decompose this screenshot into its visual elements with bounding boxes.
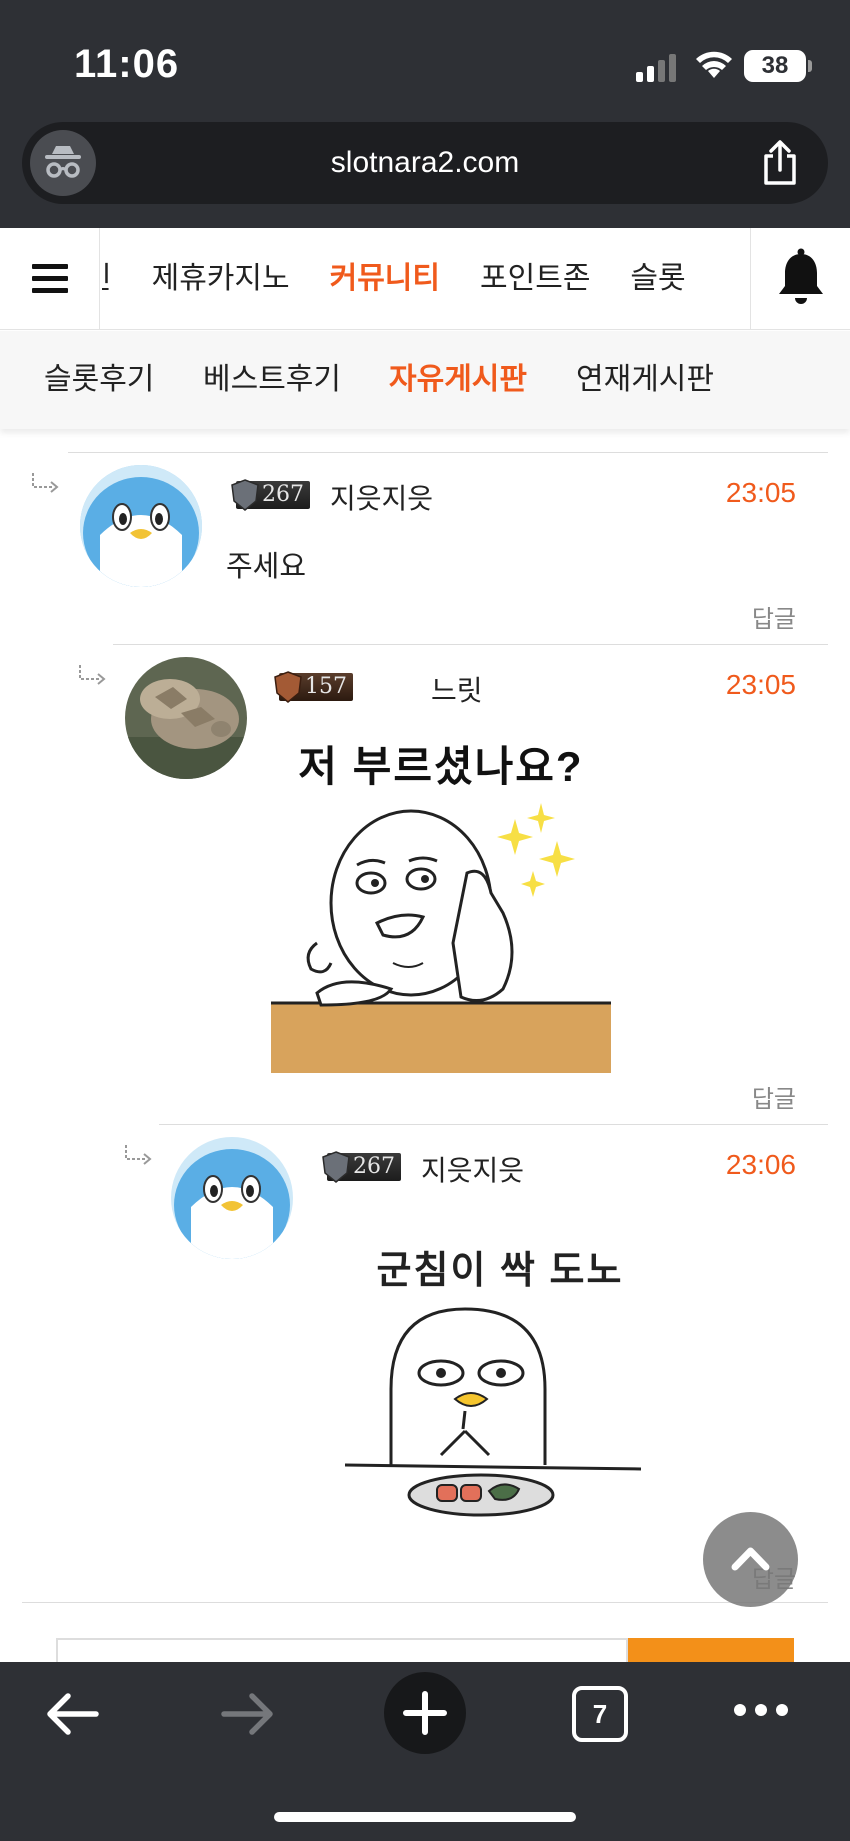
avatar[interactable] — [80, 465, 202, 587]
comment-username[interactable]: 지읏지읏 — [330, 477, 433, 517]
comment-image-sticker[interactable]: 군침이 싹 도노 — [345, 1239, 655, 1569]
status-time: 11:06 — [74, 42, 180, 86]
nav-item-community[interactable]: 커뮤니티 — [330, 228, 440, 330]
incognito-icon[interactable] — [30, 130, 96, 196]
comment-image-sticker[interactable]: 저 부르셨나요? — [271, 733, 611, 1073]
level-badge: 267 — [231, 479, 310, 511]
chevron-up-icon — [731, 1547, 770, 1571]
new-tab-button[interactable] — [384, 1672, 466, 1754]
tab-best-review[interactable]: 베스트후기 — [203, 331, 341, 429]
sticker-caption: 저 부르셨나요? — [298, 743, 584, 790]
tab-slot-review[interactable]: 슬롯후기 — [44, 331, 154, 429]
level-badge: 157 — [274, 671, 353, 703]
forward-icon[interactable] — [220, 1690, 276, 1738]
nav-item-partial-left[interactable]: 인 — [102, 228, 112, 330]
wifi-icon — [696, 51, 732, 78]
hamburger-icon[interactable] — [0, 228, 100, 330]
tab-free-board[interactable]: 자유게시판 — [389, 331, 527, 429]
main-nav-scroll[interactable]: 인 제휴카지노 커뮤니티 포인트존 슬롯 — [102, 228, 750, 330]
nav-item-partner-casino[interactable]: 제휴카지노 — [152, 228, 290, 330]
avatar[interactable] — [125, 657, 247, 779]
home-indicator — [274, 1812, 576, 1822]
bell-icon[interactable] — [750, 228, 850, 330]
sticker-caption: 군침이 싹 도노 — [376, 1250, 624, 1292]
battery-indicator: 38 — [744, 50, 812, 82]
avatar[interactable] — [171, 1137, 293, 1259]
url-text[interactable]: slotnara2.com — [22, 122, 828, 204]
back-icon[interactable] — [44, 1690, 100, 1738]
cellular-signal-icon — [636, 52, 678, 82]
reply-arrow-icon — [125, 1145, 152, 1165]
scroll-to-top-button[interactable] — [703, 1512, 798, 1607]
more-icon[interactable] — [732, 1702, 790, 1718]
reply-arrow-icon — [32, 473, 59, 493]
nav-item-slot[interactable]: 슬롯 — [630, 228, 685, 330]
comment-time: 23:05 — [725, 477, 796, 508]
nav-item-point-zone[interactable]: 포인트존 — [480, 228, 590, 330]
comment-username[interactable]: 지읏지읏 — [421, 1149, 524, 1189]
comment-time: 23:05 — [725, 669, 796, 700]
browser-toolbar: 7 — [0, 1662, 850, 1841]
tab-serial-board[interactable]: 연재게시판 — [576, 331, 714, 429]
tabs-icon[interactable]: 7 — [572, 1686, 628, 1742]
comment-time: 23:06 — [725, 1149, 796, 1180]
plus-icon — [403, 1691, 447, 1735]
sub-navigation: 슬롯후기 베스트후기 자유게시판 연재게시판 — [0, 331, 850, 429]
reply-arrow-icon — [79, 665, 106, 685]
main-navigation: 인 제휴카지노 커뮤니티 포인트존 슬롯 — [0, 228, 850, 330]
address-bar[interactable]: slotnara2.com — [22, 122, 828, 204]
page: 11:06 38 slotnara2.com 제휴카지노 커뮤니티 포인트존 슬… — [0, 0, 850, 1841]
browser-chrome-top: 11:06 38 slotnara2.com — [0, 0, 850, 228]
level-badge: 267 — [322, 1151, 401, 1183]
comment-username[interactable]: 느릿 — [431, 669, 483, 709]
share-icon[interactable] — [760, 140, 800, 186]
reply-button[interactable]: 답글 — [752, 599, 796, 634]
comment-text: 주세요 — [226, 551, 307, 583]
reply-button[interactable]: 답글 — [752, 1079, 796, 1114]
comment-item: 157 느릿 23:05 저 부르셨나요? 답글 — [79, 644, 828, 1124]
comment-item: 267 지읏지읏 23:05 주세요 답글 — [32, 452, 828, 644]
